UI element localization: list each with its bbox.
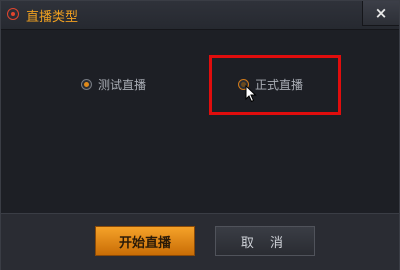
title-bar[interactable]: 直播类型 × — [1, 1, 399, 30]
radio-circle-checked[interactable] — [81, 79, 92, 90]
highlight-box — [209, 55, 341, 115]
live-type-dialog: 直播类型 × 测试直播 正式直播 开始直播 取 消 — [0, 0, 400, 270]
close-icon: × — [374, 4, 388, 22]
cancel-button[interactable]: 取 消 — [215, 226, 315, 256]
radio-test-live[interactable]: 测试直播 — [81, 76, 146, 93]
radio-label-test-live: 测试直播 — [98, 78, 147, 92]
start-live-button[interactable]: 开始直播 — [95, 226, 195, 256]
mouse-pointer-icon — [245, 85, 257, 103]
close-button[interactable]: × — [362, 1, 399, 26]
dialog-footer: 开始直播 取 消 — [1, 213, 399, 270]
dialog-title: 直播类型 — [26, 10, 79, 25]
record-icon — [7, 8, 19, 20]
